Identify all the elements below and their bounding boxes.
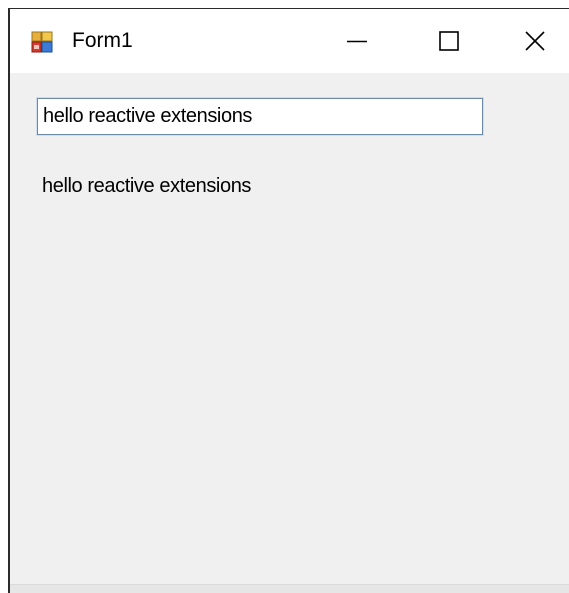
form-client-area: hello reactive extensions [10, 73, 569, 593]
minimize-button[interactable] [311, 9, 403, 73]
minimize-icon [347, 40, 367, 43]
close-icon [525, 31, 545, 51]
close-button[interactable] [495, 9, 569, 73]
output-label: hello reactive extensions [42, 175, 252, 197]
title-bar[interactable]: Form1 [10, 9, 569, 73]
maximize-button[interactable] [403, 9, 495, 73]
window-title: Form1 [72, 29, 133, 52]
winforms-app-icon [31, 31, 53, 53]
maximize-icon [439, 31, 459, 51]
form-window: Form1 hello reactive extensions [8, 8, 569, 593]
text-input[interactable] [36, 97, 484, 136]
window-bottom-edge [10, 584, 569, 593]
